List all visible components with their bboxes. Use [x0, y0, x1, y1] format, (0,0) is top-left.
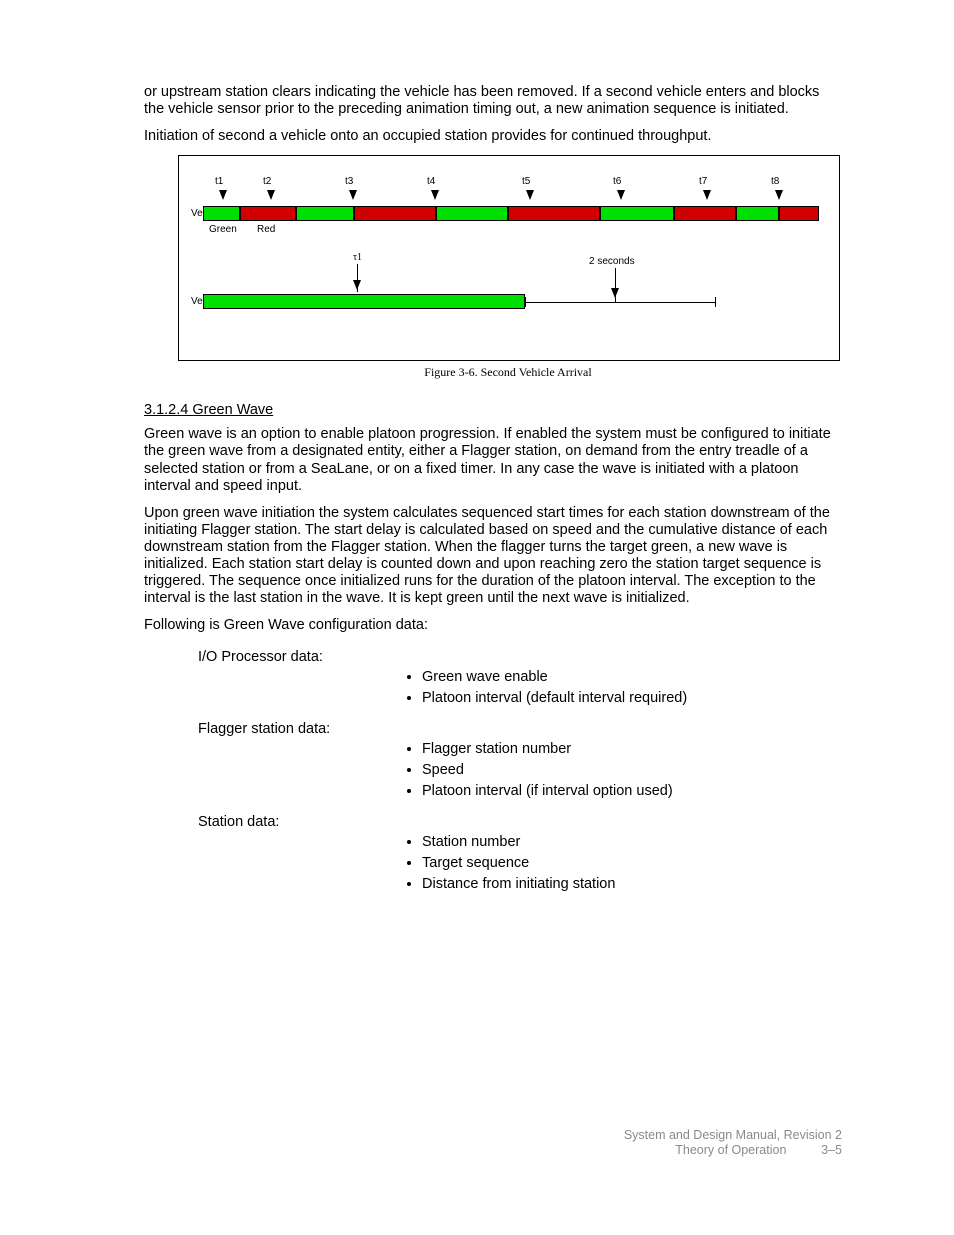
tick-label: t6	[613, 176, 621, 187]
list-item: Flagger station number	[422, 741, 842, 758]
tick-label: t1	[215, 176, 223, 187]
tick-label: t3	[345, 176, 353, 187]
footer-page-number: 3–5	[821, 1143, 842, 1157]
list-item: Distance from initiating station	[422, 876, 842, 893]
list-item: Platoon interval (if interval option use…	[422, 783, 842, 800]
config-group1-label: I/O Processor data:	[198, 649, 842, 665]
list-item: Speed	[422, 762, 842, 779]
tick-arrow-icon	[219, 190, 227, 200]
paragraph-intro-2: Initiation of second a vehicle onto an o…	[144, 128, 842, 145]
config-group2-label: Flagger station data:	[198, 721, 842, 737]
tick-arrow-icon	[431, 190, 439, 200]
figure-3-6: Vehicle 1 t1 t2 t3 t4	[178, 155, 840, 361]
config-heading: Following is Green Wave configuration da…	[144, 617, 842, 634]
section-p2: Upon green wave initiation the system ca…	[144, 505, 842, 608]
bar1-state-green: Green	[209, 224, 237, 235]
section-p1: Green wave is an option to enable platoo…	[144, 426, 842, 494]
tick-arrow-icon	[526, 190, 534, 200]
tick-arrow-icon	[703, 190, 711, 200]
tick-arrow-icon	[617, 190, 625, 200]
page-footer: System and Design Manual, Revision 2 The…	[624, 1128, 842, 1159]
tick-label: t4	[427, 176, 435, 187]
config-group3-list: Station number Target sequence Distance …	[422, 834, 842, 893]
paragraph-intro-1: or upstream station clears indicating th…	[144, 84, 842, 118]
bar2-dimension-label: 2 seconds	[589, 256, 635, 267]
tick-arrow-icon	[267, 190, 275, 200]
config-group1-list: Green wave enable Platoon interval (defa…	[422, 669, 842, 707]
footer-line1: System and Design Manual, Revision 2	[624, 1128, 842, 1144]
list-item: Platoon interval (default interval requi…	[422, 690, 842, 707]
list-item: Station number	[422, 834, 842, 851]
config-group3-label: Station data:	[198, 814, 842, 830]
tick-label: t5	[522, 176, 530, 187]
tick-label: t8	[771, 176, 779, 187]
tick-label: t7	[699, 176, 707, 187]
dim-arrow-icon	[611, 288, 619, 298]
figure-caption: Figure 3-6. Second Vehicle Arrival	[178, 365, 838, 380]
tick-arrow-icon	[349, 190, 357, 200]
config-group2-list: Flagger station number Speed Platoon int…	[422, 741, 842, 800]
bar1-state-red: Red	[257, 224, 275, 235]
list-item: Green wave enable	[422, 669, 842, 686]
section-heading-green-wave: 3.1.2.4 Green Wave	[144, 402, 842, 418]
tau-arrow-icon	[353, 280, 361, 290]
bar2-tau-label: τ1	[353, 252, 362, 263]
tick-arrow-icon	[775, 190, 783, 200]
tick-label: t2	[263, 176, 271, 187]
footer-section: Theory of Operation	[675, 1143, 786, 1157]
list-item: Target sequence	[422, 855, 842, 872]
